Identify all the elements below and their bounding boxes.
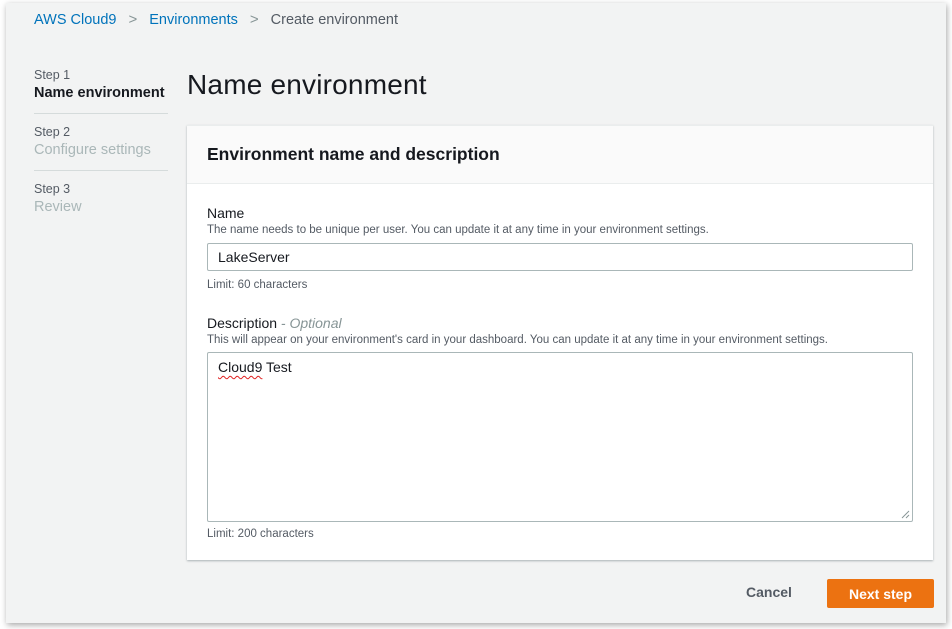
card-title: Environment name and description: [207, 144, 500, 164]
chevron-right-icon: >: [128, 11, 138, 28]
step-label: Review: [34, 199, 82, 215]
wizard-steps: Step 1 Name environment Step 2 Configure…: [34, 67, 168, 237]
next-step-button[interactable]: Next step: [827, 579, 934, 608]
description-value-word: Cloud9: [218, 359, 263, 375]
cancel-button[interactable]: Cancel: [738, 580, 800, 604]
breadcrumb: AWS Cloud9 > Environments > Create envir…: [34, 11, 398, 28]
description-hint: This will appear on your environment's c…: [207, 334, 828, 346]
window-frame: AWS Cloud9 > Environments > Create envir…: [6, 3, 946, 623]
page-title: Name environment: [187, 69, 427, 100]
name-input-value: LakeServer: [218, 249, 290, 265]
step-3: Step 3 Review: [34, 181, 168, 227]
step-1: Step 1 Name environment: [34, 67, 168, 114]
card-header: Environment name and description: [187, 126, 933, 184]
name-limit: Limit: 60 characters: [207, 279, 308, 291]
description-textarea[interactable]: Cloud9 Test: [207, 352, 913, 522]
description-limit: Limit: 200 characters: [207, 528, 314, 540]
breadcrumb-aws-cloud9[interactable]: AWS Cloud9: [34, 12, 116, 28]
optional-tag: - Optional: [280, 315, 342, 331]
description-label: Description - Optional: [207, 315, 342, 331]
step-number: Step 1: [34, 68, 71, 82]
description-value-word: Test: [262, 359, 292, 375]
description-label-text: Description: [207, 315, 278, 331]
name-input[interactable]: LakeServer: [207, 243, 913, 271]
name-label: Name: [207, 205, 245, 221]
step-2: Step 2 Configure settings: [34, 124, 168, 171]
chevron-right-icon: >: [249, 11, 259, 28]
breadcrumb-environments[interactable]: Environments: [149, 12, 238, 28]
step-label: Name environment: [34, 85, 165, 101]
resize-grip-icon[interactable]: [901, 510, 910, 519]
name-hint: The name needs to be unique per user. Yo…: [207, 224, 709, 236]
step-number: Step 3: [34, 182, 71, 196]
environment-card: Environment name and description Name Th…: [187, 125, 933, 560]
step-number: Step 2: [34, 125, 71, 139]
breadcrumb-current: Create environment: [270, 11, 398, 28]
step-label: Configure settings: [34, 142, 151, 158]
